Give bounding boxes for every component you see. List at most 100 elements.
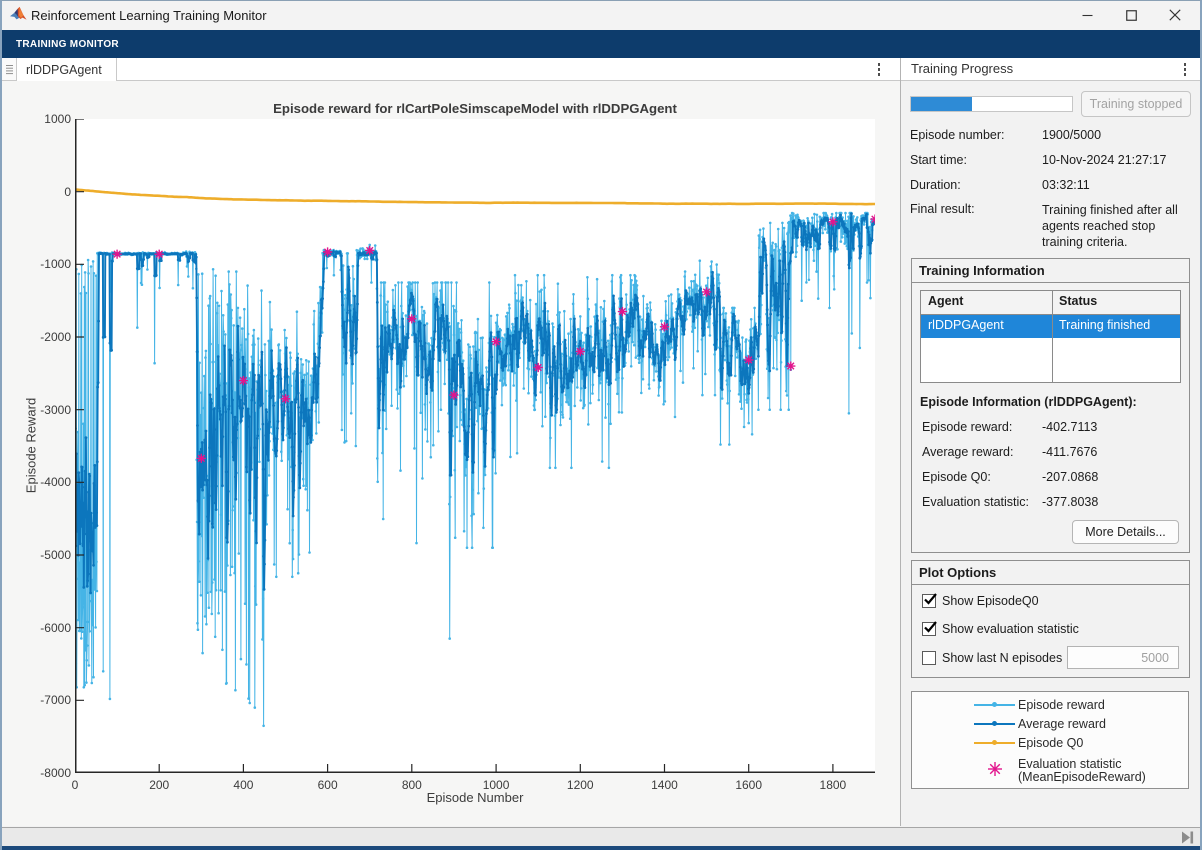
maximize-icon [1126,10,1137,21]
cell-status: Training finished [1059,318,1150,332]
info-value: 10-Nov-2024 21:27:17 [1042,153,1166,167]
y-tick-label: -1000 [11,257,71,271]
x-tick-label: 400 [213,778,273,792]
info-label: Duration: [910,178,961,192]
legend-label: Episode reward [1018,699,1105,712]
x-tick-label: 1800 [803,778,863,792]
x-tick-label: 0 [45,778,105,792]
kebab-icon [1184,63,1187,76]
training-stopped-button[interactable]: Training stopped [1081,91,1191,117]
episode-q0-line [75,190,875,205]
last-n-episodes-input[interactable] [1067,646,1179,669]
training-progress-bar [910,96,1073,112]
info-value: 1900/5000 [1042,128,1101,142]
reward-chart[interactable] [75,119,875,773]
y-tick-label: -5000 [11,548,71,562]
info-value: Training finished after all agents reach… [1042,202,1194,250]
tab-rlddpgagent[interactable]: rlDDPGAgent [17,58,117,81]
cell-agent: rlDDPGAgent [928,318,1004,332]
chart-legend: Episode rewardAverage rewardEpisode Q0Ev… [911,691,1189,789]
section-separator [912,282,1189,283]
status-bar [2,827,1200,846]
info-value: 03:32:11 [1042,178,1090,192]
section-title: Plot Options [919,565,996,580]
matlab-logo-icon [10,6,27,23]
y-tick-label: -3000 [11,403,71,417]
x-tick-label: 200 [129,778,189,792]
ribbon-tab-training-monitor[interactable]: TRAINING MONITOR [16,39,119,50]
stat-value: -402.7113 [1042,420,1097,434]
episode-reward-markers [75,213,875,726]
info-label: Episode number: [910,128,1005,142]
stop-button-label: Training stopped [1090,97,1183,111]
x-tick-label: 1400 [634,778,694,792]
training-progress-header: Training Progress [901,58,1200,81]
checkbox-label: Show last N episodes [942,651,1062,665]
info-label: Start time: [910,153,967,167]
stat-label: Evaluation statistic: [922,495,1029,509]
x-tick-label: 1600 [719,778,779,792]
stat-value: -207.0868 [1042,470,1098,484]
x-tick-label: 600 [298,778,358,792]
column-divider [1052,291,1053,382]
close-icon [1169,9,1181,21]
plot-options-section: Plot Options Show EpisodeQ0Show evaluati… [911,560,1190,678]
legend-label: Episode Q0 [1018,737,1083,750]
stat-label: Average reward: [922,445,1014,459]
skip-to-end-icon[interactable] [1181,831,1195,844]
x-axis-label: Episode Number [75,790,875,805]
axes-ticks [75,119,833,773]
table-header-row: Agent Status [921,291,1180,315]
y-tick-label: -4000 [11,475,71,489]
window-title: Reinforcement Learning Training Monitor [31,8,267,23]
panel-title: Training Progress [911,61,1013,76]
document-tab-strip [2,58,900,81]
stat-label: Episode Q0: [922,470,991,484]
x-tick-label: 1200 [550,778,610,792]
maximize-button[interactable] [1109,0,1153,30]
y-tick-label: -6000 [11,621,71,635]
close-button[interactable] [1153,0,1197,30]
tab-label: rlDDPGAgent [26,63,102,77]
checkbox-checked[interactable] [922,594,936,608]
y-tick-label: -7000 [11,693,71,707]
window-titlebar[interactable]: Reinforcement Learning Training Monitor [0,0,1202,30]
y-axis-label: Episode Reward [24,381,39,511]
section-title: Training Information [919,263,1045,278]
grip-icon [5,64,14,75]
figure-actions-menu-button[interactable] [869,58,889,81]
more-details-button[interactable]: More Details... [1072,520,1179,544]
column-header-agent: Agent [928,294,963,308]
more-details-label: More Details... [1085,525,1166,539]
panel-actions-menu-button[interactable] [1174,58,1196,81]
stat-value: -377.8038 [1042,495,1098,509]
info-label: Final result: [910,202,975,216]
asterisk-icon [987,761,1003,777]
minimize-button[interactable] [1065,0,1109,30]
chart-title: Episode reward for rlCartPoleSimscapeMod… [75,101,875,116]
training-information-section: Training Information Agent Status rlDDPG… [911,258,1190,553]
minimize-icon [1082,10,1093,21]
table-row[interactable]: rlDDPGAgent Training finished [921,315,1180,338]
tab-grip-handle[interactable] [2,58,17,81]
y-tick-label: 1000 [11,112,71,126]
window-bottom-edge [0,846,1202,850]
agent-status-table[interactable]: Agent Status rlDDPGAgent Training finishe… [920,290,1181,383]
checkbox-label: Show evaluation statistic [942,622,1079,636]
stat-value: -411.7676 [1042,445,1097,459]
column-header-status: Status [1059,294,1097,308]
toolstrip-ribbon: TRAINING MONITOR [0,30,1202,58]
check-icon [922,590,939,607]
y-tick-label: 0 [11,185,71,199]
checkbox-unchecked[interactable] [922,651,936,665]
stat-label: Episode reward: [922,420,1012,434]
episode-information-title: Episode Information (rlDDPGAgent): [920,395,1137,409]
kebab-icon [878,63,881,76]
y-tick-label: -2000 [11,330,71,344]
section-separator [912,584,1189,585]
checkbox-checked[interactable] [922,622,936,636]
check-icon [922,618,939,635]
average-reward-markers [75,214,875,593]
x-tick-label: 800 [382,778,442,792]
x-tick-label: 1000 [466,778,526,792]
